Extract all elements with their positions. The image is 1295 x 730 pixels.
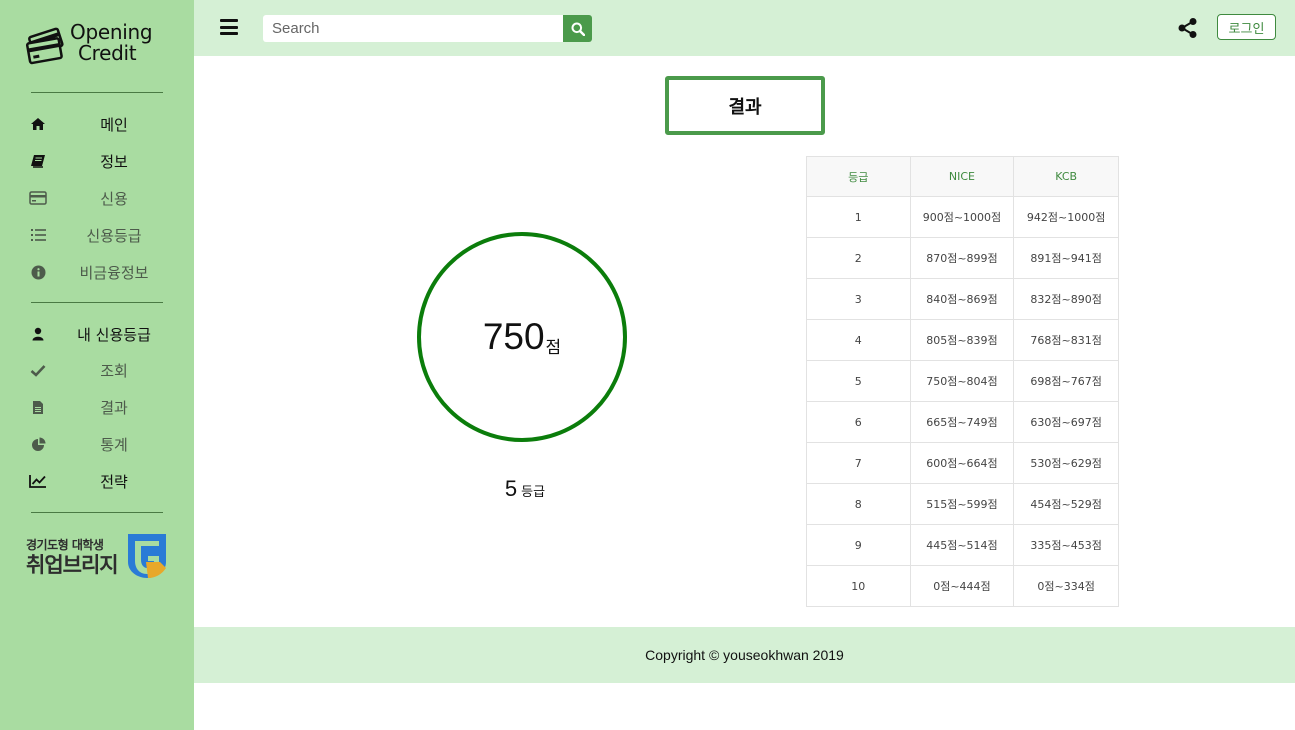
- score-display: 750 점: [421, 236, 623, 438]
- kcb-cell: 630점~697점: [1013, 401, 1119, 443]
- sidebar-item-result[interactable]: 결과: [28, 392, 178, 422]
- nice-cell: 445점~514점: [909, 524, 1015, 566]
- logo[interactable]: Opening Credit: [26, 20, 166, 70]
- partner-line2: 취업브리지: [26, 553, 119, 577]
- sidebar-item-my-grade[interactable]: 내 신용등급: [28, 319, 178, 349]
- sidebar-item-label: 신용: [100, 189, 128, 208]
- sidebar: Opening Credit 메인 정보 신용 신용등급 비금융정보 내 신용등…: [0, 0, 194, 730]
- kcb-cell: 832점~890점: [1013, 278, 1119, 320]
- grade-cell: 9: [806, 524, 911, 566]
- credit-grade: 5: [504, 476, 518, 501]
- grade-cell: 7: [806, 442, 911, 484]
- sidebar-item-info[interactable]: 정보: [28, 146, 178, 176]
- table-row: 2 870점~899점 891점~941점: [806, 237, 1119, 279]
- kcb-cell: 768점~831점: [1013, 319, 1119, 361]
- table-row: 5 750점~804점 698점~767점: [806, 360, 1119, 402]
- sidebar-item-nonfinancial[interactable]: 비금융정보: [28, 257, 178, 287]
- table-row: 6 665점~749점 630점~697점: [806, 401, 1119, 443]
- grade-cell: 6: [806, 401, 911, 443]
- kcb-cell: 942점~1000점: [1013, 196, 1119, 238]
- sidebar-item-credit-grade[interactable]: 신용등급: [28, 220, 178, 250]
- nice-cell: 515점~599점: [909, 483, 1015, 525]
- sidebar-item-label: 전략: [100, 472, 128, 491]
- sidebar-item-label: 비금융정보: [79, 263, 149, 282]
- nice-cell: 900점~1000점: [909, 196, 1015, 238]
- search-input[interactable]: [263, 15, 563, 42]
- column-header-grade: 등급: [806, 156, 911, 197]
- page-title: 결과: [665, 76, 825, 135]
- sidebar-item-main[interactable]: 메인: [28, 109, 178, 139]
- grade-cell: 3: [806, 278, 911, 320]
- nice-cell: 0점~444점: [909, 565, 1015, 607]
- sidebar-item-strategy[interactable]: 전략: [28, 466, 178, 496]
- credit-cards-icon: [26, 27, 64, 65]
- table-row: 1 900점~1000점 942점~1000점: [806, 196, 1119, 238]
- nice-cell: 665점~749점: [909, 401, 1015, 443]
- credit-score: 750: [482, 316, 545, 357]
- footer: Copyright © youseokhwan 2019: [194, 627, 1295, 683]
- table-row: 10 0점~444점 0점~334점: [806, 565, 1119, 607]
- share-icon[interactable]: [1177, 17, 1199, 39]
- sidebar-item-label: 조회: [100, 361, 128, 380]
- column-header-kcb: KCB: [1013, 156, 1119, 197]
- sidebar-divider: [31, 512, 163, 513]
- sidebar-item-credit[interactable]: 신용: [28, 183, 178, 213]
- sidebar-item-label: 결과: [100, 398, 128, 417]
- sidebar-item-label: 메인: [100, 115, 128, 134]
- kcb-cell: 0점~334점: [1013, 565, 1119, 607]
- grade-cell: 10: [806, 565, 911, 607]
- score-circle: 750 점: [417, 232, 627, 442]
- sidebar-item-inquiry[interactable]: 조회: [28, 355, 178, 385]
- grade-cell: 4: [806, 319, 911, 361]
- partner-logo[interactable]: 경기도형 대학생 취업브리지: [26, 532, 168, 582]
- brand-line2: Credit: [78, 41, 137, 65]
- sidebar-item-label: 정보: [100, 152, 128, 171]
- nice-cell: 750점~804점: [909, 360, 1015, 402]
- credit-grade-unit: 등급: [521, 485, 546, 500]
- sidebar-divider: [31, 302, 163, 303]
- table-row: 3 840점~869점 832점~890점: [806, 278, 1119, 320]
- grade-cell: 8: [806, 483, 911, 525]
- nice-cell: 805점~839점: [909, 319, 1015, 361]
- sidebar-item-statistics[interactable]: 통계: [28, 429, 178, 459]
- search-icon: [571, 22, 585, 36]
- grade-cell: 1: [806, 196, 911, 238]
- table-row: 8 515점~599점 454점~529점: [806, 483, 1119, 525]
- sidebar-divider: [31, 92, 163, 93]
- nice-cell: 840점~869점: [909, 278, 1015, 320]
- credit-score-unit: 점: [545, 337, 562, 358]
- sidebar-item-label: 통계: [100, 435, 128, 454]
- search-button[interactable]: [563, 15, 592, 42]
- grade-cell: 5: [806, 360, 911, 402]
- table-row: 7 600점~664점 530점~629점: [806, 442, 1119, 484]
- table-row: 9 445점~514점 335점~453점: [806, 524, 1119, 566]
- copyright-text: Copyright © youseokhwan 2019: [645, 647, 844, 663]
- kcb-cell: 698점~767점: [1013, 360, 1119, 402]
- top-bar: 로그인: [194, 0, 1295, 56]
- kcb-cell: 454점~529점: [1013, 483, 1119, 525]
- grade-display: 5 등급: [470, 476, 580, 502]
- table-header-row: 등급 NICE KCB: [806, 156, 1119, 197]
- column-header-nice: NICE: [909, 156, 1015, 197]
- grade-cell: 2: [806, 237, 911, 279]
- sidebar-item-label: 신용등급: [86, 226, 142, 245]
- grade-table: 등급 NICE KCB 1 900점~1000점 942점~1000점 2 870점~…: [806, 156, 1119, 607]
- kcb-cell: 530점~629점: [1013, 442, 1119, 484]
- sidebar-item-label: 내 신용등급: [77, 325, 151, 344]
- nice-cell: 870점~899점: [909, 237, 1015, 279]
- menu-toggle-icon[interactable]: [220, 19, 238, 35]
- kcb-cell: 891점~941점: [1013, 237, 1119, 279]
- nice-cell: 600점~664점: [909, 442, 1015, 484]
- login-button[interactable]: 로그인: [1217, 14, 1276, 40]
- table-row: 4 805점~839점 768점~831점: [806, 319, 1119, 361]
- brand-name: Opening Credit: [70, 22, 153, 65]
- partner-emblem-icon: [128, 534, 166, 578]
- kcb-cell: 335점~453점: [1013, 524, 1119, 566]
